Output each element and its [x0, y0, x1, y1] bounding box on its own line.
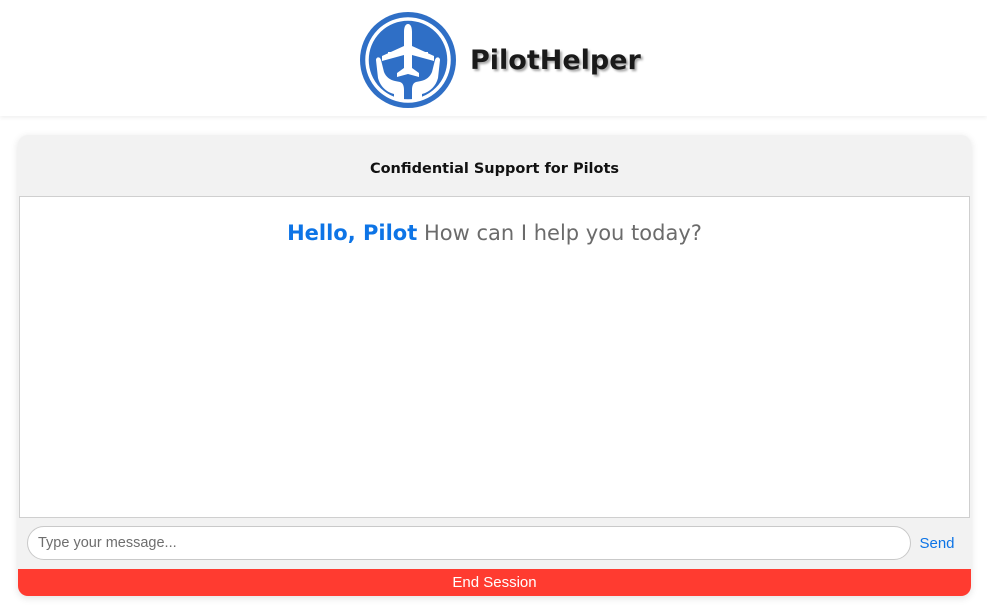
send-button[interactable]: Send: [916, 526, 958, 560]
greeting-highlight: Hello, Pilot: [287, 221, 418, 245]
message-input[interactable]: [27, 526, 911, 560]
end-session-button[interactable]: End Session: [18, 569, 971, 596]
top-bar: PilotHelper: [0, 0, 987, 116]
chat-messages-area: Hello, Pilot How can I help you today?: [19, 196, 970, 518]
greeting-message: Hello, Pilot How can I help you today?: [20, 221, 969, 245]
message-composer: Send: [18, 518, 971, 568]
brand-name: PilotHelper: [470, 44, 641, 76]
support-card: Confidential Support for Pilots Hello, P…: [18, 135, 971, 596]
brand: PilotHelper: [358, 10, 641, 110]
greeting-text: How can I help you today?: [423, 221, 702, 245]
airplane-in-hands-icon: [360, 12, 456, 108]
card-title: Confidential Support for Pilots: [369, 160, 620, 177]
